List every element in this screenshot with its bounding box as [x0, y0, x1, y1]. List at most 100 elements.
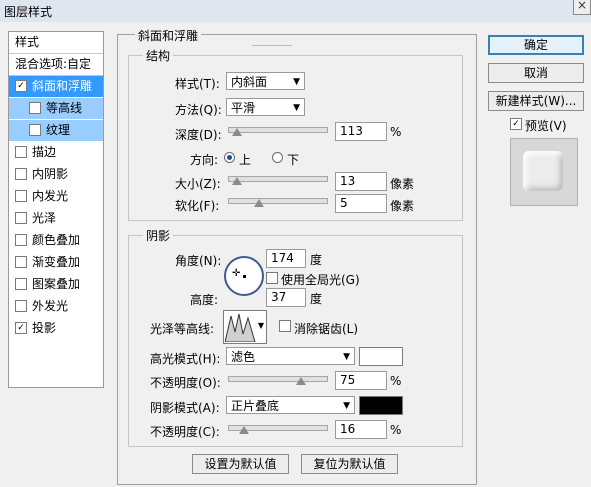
style-item-8[interactable]: 渐变叠加 [9, 252, 103, 273]
style-item-label: 描边 [32, 145, 57, 159]
chevron-down-icon: ▼ [343, 352, 350, 362]
blending-options[interactable]: 混合选项:自定 [9, 54, 103, 76]
style-item-label: 颜色叠加 [32, 233, 81, 247]
depth-slider-thumb[interactable] [232, 128, 242, 136]
altitude-unit: 度 [310, 292, 323, 306]
style-item-checkbox[interactable] [15, 145, 27, 158]
styles-header[interactable]: 样式 [9, 32, 103, 54]
style-list: 样式 混合选项:自定 ✓ 斜面和浮雕等高线纹理描边内阴影内发光光泽颜色叠加渐变叠加… [8, 31, 104, 388]
highlight-mode-label: 高光模式(H): [150, 352, 221, 366]
chevron-down-icon: ▼ [293, 103, 300, 113]
direction-up-radio[interactable] [224, 152, 235, 163]
style-item-label: 纹理 [46, 123, 71, 137]
highlight-opacity-unit: % [390, 374, 402, 388]
style-item-5[interactable]: 内发光 [9, 186, 103, 207]
contour-preview-icon [225, 313, 256, 342]
style-item-checkbox[interactable] [15, 211, 27, 224]
structure-title: 结构 [143, 47, 174, 64]
style-item-7[interactable]: 颜色叠加 [9, 230, 103, 251]
style-item-6[interactable]: 光泽 [9, 208, 103, 229]
angle-input[interactable]: 174 [266, 249, 306, 268]
angle-unit: 度 [310, 253, 323, 267]
size-input[interactable]: 13 [335, 172, 387, 191]
cancel-button[interactable]: 取消 [488, 63, 584, 83]
highlight-color-swatch[interactable] [359, 347, 403, 366]
method-select[interactable]: 平滑 ▼ [226, 98, 305, 116]
style-item-label: 渐变叠加 [32, 255, 81, 269]
highlight-mode-select[interactable]: 滤色 ▼ [226, 347, 355, 365]
style-label: 样式(T): [175, 77, 220, 91]
gloss-contour-picker[interactable]: ▼ [223, 310, 267, 344]
style-item-label: 外发光 [32, 299, 69, 313]
style-item-checkbox[interactable] [29, 101, 41, 114]
title-bar: 图层样式 × [0, 0, 591, 22]
shadow-mode-select[interactable]: 正片叠底 ▼ [226, 396, 355, 414]
soften-slider-thumb[interactable] [254, 199, 264, 207]
altitude-input[interactable]: 37 [266, 288, 306, 307]
highlight-opacity-label: 不透明度(O): [150, 376, 221, 390]
highlight-opacity-thumb[interactable] [296, 377, 306, 385]
style-item-checkbox[interactable] [15, 299, 27, 312]
highlight-opacity-track[interactable] [228, 376, 328, 382]
style-item-9[interactable]: 图案叠加 [9, 274, 103, 295]
altitude-label: 高度: [190, 293, 219, 307]
style-item-0[interactable]: ✓ 斜面和浮雕 [9, 76, 103, 97]
direction-down-label: 下 [287, 153, 300, 167]
style-item-checkbox[interactable] [15, 233, 27, 246]
ok-button[interactable]: 确定 [488, 35, 584, 55]
depth-input[interactable]: 113 [335, 122, 387, 141]
size-slider-track[interactable] [228, 176, 328, 182]
chevron-down-icon: ▼ [343, 401, 350, 411]
crosshair-icon: ✛ [232, 268, 241, 279]
style-item-1[interactable]: 等高线 [9, 98, 103, 119]
style-item-checkbox[interactable] [15, 277, 27, 290]
close-icon[interactable]: × [573, 0, 591, 15]
direction-up-label: 上 [239, 153, 252, 167]
shadow-opacity-input[interactable]: 16 [335, 420, 387, 439]
shadow-color-swatch[interactable] [359, 396, 403, 415]
size-slider-thumb[interactable] [232, 177, 242, 185]
style-item-checkbox[interactable] [15, 189, 27, 202]
style-item-label: 内发光 [32, 189, 69, 203]
style-item-4[interactable]: 内阴影 [9, 164, 103, 185]
angle-dial[interactable]: ✛ [224, 256, 264, 296]
preview-label: 预览(V) [525, 119, 567, 133]
depth-slider-track[interactable] [228, 127, 328, 133]
method-label: 方法(Q): [175, 103, 222, 117]
angle-dial-center [243, 275, 246, 278]
style-item-3[interactable]: 描边 [9, 142, 103, 163]
style-item-checkbox[interactable] [15, 255, 27, 268]
preview-swatch [523, 151, 563, 191]
antialias-label: 消除锯齿(L) [294, 322, 359, 336]
style-item-checkbox[interactable] [15, 167, 27, 180]
chevron-down-icon: ▼ [257, 321, 264, 330]
style-item-checkbox[interactable]: ✓ [15, 79, 27, 92]
depth-unit: % [390, 125, 402, 139]
angle-label: 角度(N): [175, 254, 222, 268]
highlight-opacity-input[interactable]: 75 [335, 371, 387, 390]
method-select-value: 平滑 [231, 101, 256, 115]
soften-unit: 像素 [390, 199, 415, 213]
style-item-checkbox[interactable]: ✓ [15, 321, 27, 334]
set-default-button[interactable]: 设置为默认值 [192, 454, 289, 474]
style-item-2[interactable]: 纹理 [9, 120, 103, 141]
shadow-opacity-thumb[interactable] [239, 426, 249, 434]
style-item-10[interactable]: 外发光 [9, 296, 103, 317]
preview-thumbnail [510, 138, 578, 206]
shadow-mode-value: 正片叠底 [231, 399, 280, 413]
style-item-label: 内阴影 [32, 167, 69, 181]
direction-down-radio[interactable] [272, 152, 283, 163]
new-style-button[interactable]: 新建样式(W)... [488, 91, 584, 111]
style-select[interactable]: 内斜面 ▼ [226, 72, 305, 90]
reset-default-button[interactable]: 复位为默认值 [301, 454, 398, 474]
shadow-opacity-unit: % [390, 423, 402, 437]
style-item-label: 图案叠加 [32, 277, 81, 291]
style-item-11[interactable]: ✓ 投影 [9, 318, 103, 339]
soften-input[interactable]: 5 [335, 194, 387, 213]
style-select-value: 内斜面 [231, 75, 268, 89]
soften-slider-track[interactable] [228, 198, 328, 204]
depth-label: 深度(D): [175, 128, 222, 142]
style-item-label: 斜面和浮雕 [32, 79, 93, 93]
shadow-mode-label: 阴影模式(A): [150, 401, 220, 415]
style-item-checkbox[interactable] [29, 123, 41, 136]
